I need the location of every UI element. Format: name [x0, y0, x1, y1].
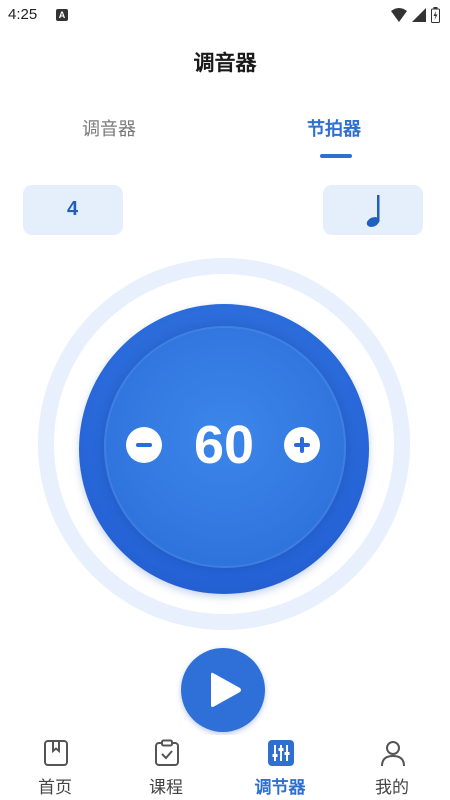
decrease-bpm-button[interactable] [126, 427, 162, 463]
status-notification-icon: A [56, 9, 68, 21]
signal-icon [412, 8, 426, 22]
status-indicators [391, 6, 440, 24]
active-tab-indicator [320, 154, 352, 158]
note-value-selector[interactable] [323, 185, 423, 235]
nav-mine[interactable]: 我的 [337, 735, 447, 800]
wifi-icon [391, 8, 407, 22]
nav-mine-label: 我的 [375, 778, 409, 798]
bpm-value: 60 [193, 415, 255, 475]
increase-bpm-button[interactable] [284, 427, 320, 463]
bottom-navigation: 首页 课程 调节器 我的 [0, 735, 450, 800]
beats-value: 4 [67, 198, 79, 220]
nav-adjuster-label: 调节器 [254, 778, 306, 798]
tab-metronome[interactable]: 节拍器 [307, 115, 361, 141]
status-time: 4:25 [8, 6, 38, 23]
clipboard-check-icon [155, 739, 179, 766]
user-icon [381, 741, 405, 767]
page-title: 调音器 [193, 51, 257, 75]
nav-courses[interactable]: 课程 [111, 735, 221, 800]
quarter-note-icon [366, 195, 380, 227]
play-button[interactable] [181, 648, 265, 732]
status-bar: 4:25 A [0, 0, 450, 30]
sliders-icon [268, 740, 294, 766]
nav-home-label: 首页 [38, 778, 72, 798]
nav-adjuster[interactable]: 调节器 [225, 735, 335, 800]
minus-icon [136, 443, 152, 447]
play-icon [211, 672, 241, 707]
bookmark-book-icon [44, 740, 68, 766]
nav-courses-label: 课程 [149, 778, 183, 798]
tab-tuner[interactable]: 调音器 [82, 115, 136, 141]
nav-home[interactable]: 首页 [0, 735, 110, 800]
metronome-screen: 4:25 A 调音器 调音器 节拍器 4 60 首页 课程 调节器 我的 [0, 0, 450, 800]
battery-icon [431, 7, 440, 23]
beats-selector[interactable]: 4 [23, 185, 123, 235]
